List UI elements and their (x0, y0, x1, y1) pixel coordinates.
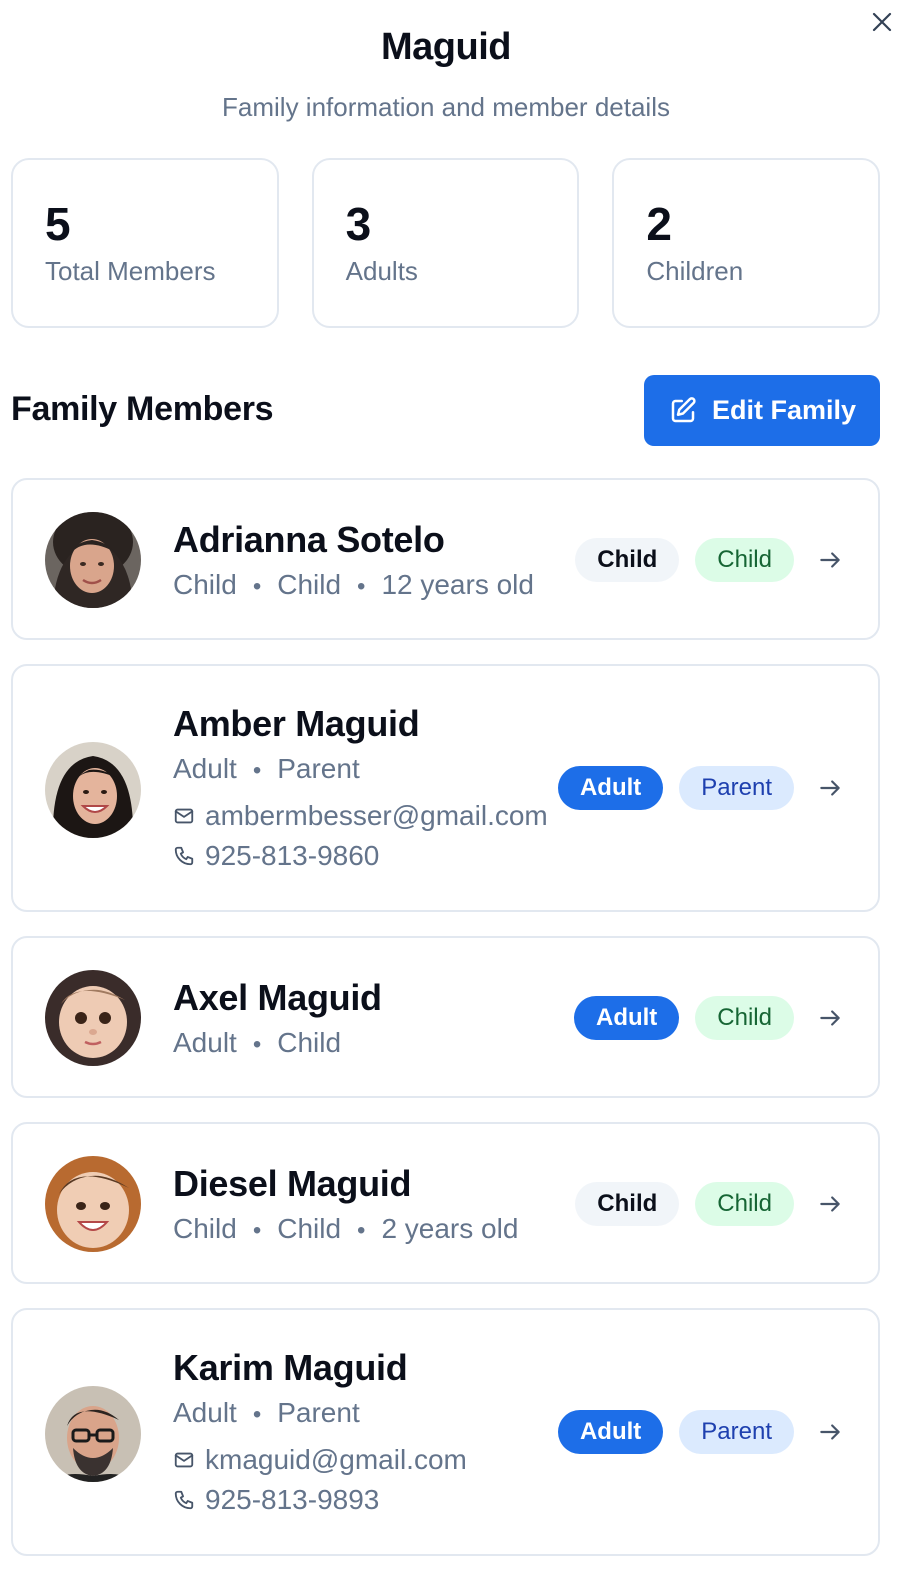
mail-icon (174, 808, 194, 824)
member-name: Diesel Maguid (173, 1163, 412, 1204)
separator-dot: • (252, 573, 262, 600)
type-badge: Adult (557, 766, 664, 810)
member-type: Child (173, 1213, 237, 1244)
role-badge: Child (695, 996, 794, 1040)
member-type: Adult (173, 1027, 237, 1058)
phone-text: 925-813-9893 (205, 1484, 380, 1515)
member-card-diesel[interactable]: Diesel Maguid Child • Child • 2 years old Ch… (11, 1122, 880, 1284)
member-info: Diesel Maguid Child • Child • 2 years old (173, 1162, 518, 1254)
member-name: Axel Maguid (173, 977, 382, 1018)
page-title: Maguid (381, 26, 511, 68)
phone-text: 925-813-9860 (205, 840, 380, 871)
separator-dot: • (357, 1217, 366, 1244)
member-email: kmaguid@gmail.com (173, 1440, 467, 1480)
member-role: Parent (277, 1397, 360, 1428)
member-role: Child (277, 1027, 342, 1058)
member-meta: Adult • Parent (173, 746, 548, 794)
badge-group: Adult Child (573, 996, 846, 1040)
section-title: Family Members (11, 390, 274, 428)
badge-group: Child Child (575, 538, 846, 582)
email-text: ambermbesser@gmail.com (205, 800, 548, 831)
stats-row: 5 Total Members 3 Adults 2 Children (11, 158, 881, 328)
page-subtitle: Family information and member details (222, 92, 670, 122)
type-badge: Adult (573, 996, 680, 1040)
email-text: kmaguid@gmail.com (205, 1444, 467, 1475)
type-badge: Adult (557, 1410, 664, 1454)
stat-label: Children (646, 256, 744, 286)
role-badge: Parent (679, 1410, 794, 1454)
member-card-adrianna[interactable]: Adrianna Sotelo Child • Child • 12 years old… (11, 478, 880, 640)
stat-card-total: 5 Total Members (11, 158, 279, 328)
avatar (45, 1386, 141, 1482)
arrow-right-icon[interactable] (814, 1002, 846, 1034)
stat-label: Total Members (45, 256, 216, 286)
member-name: Adrianna Sotelo (173, 519, 445, 560)
avatar (45, 742, 141, 838)
member-type: Adult (173, 1397, 237, 1428)
arrow-right-icon[interactable] (814, 544, 846, 576)
member-info: Karim Maguid Adult • Parent kmaguid@gmail.… (173, 1346, 467, 1520)
mail-icon (174, 1452, 194, 1468)
separator-dot: • (252, 1217, 262, 1244)
member-name: Amber Maguid (173, 703, 420, 744)
separator-dot: • (252, 757, 262, 784)
separator-dot: • (252, 1401, 262, 1428)
edit-family-button[interactable]: Edit Family (644, 375, 880, 446)
pencil-square-icon (671, 396, 696, 422)
role-badge: Child (695, 538, 794, 582)
member-role: Parent (277, 753, 360, 784)
member-info: Amber Maguid Adult • Parent ambermbesser@g… (173, 702, 548, 876)
stat-card-children: 2 Children (612, 158, 881, 328)
member-age: 12 years old (381, 569, 534, 600)
member-name: Karim Maguid (173, 1347, 408, 1388)
avatar (45, 1156, 141, 1252)
arrow-right-icon[interactable] (814, 1188, 846, 1220)
member-card-amber[interactable]: Amber Maguid Adult • Parent ambermbesser@g… (11, 664, 880, 912)
arrow-right-icon[interactable] (814, 1416, 846, 1448)
badge-group: Adult Parent (557, 1410, 846, 1454)
badge-group: Adult Parent (557, 766, 846, 810)
member-type: Child (173, 569, 237, 600)
member-info: Axel Maguid Adult • Child (173, 976, 382, 1068)
role-badge: Child (695, 1182, 794, 1226)
separator-dot: • (252, 1031, 262, 1058)
avatar (45, 970, 141, 1066)
role-badge: Parent (679, 766, 794, 810)
stat-value: 3 (345, 198, 372, 250)
edit-family-label: Edit Family (711, 395, 857, 425)
member-age: 2 years old (381, 1213, 519, 1244)
member-info: Adrianna Sotelo Child • Child • 12 years old (173, 518, 534, 610)
badge-group: Child Child (575, 1182, 846, 1226)
member-email: ambermbesser@gmail.com (173, 796, 548, 836)
separator-dot: • (357, 573, 366, 600)
member-card-axel[interactable]: Axel Maguid Adult • Child Adult Child (11, 936, 880, 1098)
member-phone: 925-813-9893 (173, 1480, 467, 1520)
member-role: Child (277, 569, 342, 600)
member-type: Adult (173, 753, 237, 784)
member-meta: Child • Child • 2 years old (173, 1206, 518, 1254)
stat-value: 5 (45, 198, 71, 250)
stat-card-adults: 3 Adults (311, 158, 580, 328)
phone-icon (174, 1490, 194, 1510)
member-card-karim[interactable]: Karim Maguid Adult • Parent kmaguid@gmail.… (11, 1308, 880, 1556)
member-phone: 925-813-9860 (173, 836, 548, 876)
stat-label: Adults (345, 256, 418, 286)
stat-value: 2 (646, 198, 672, 250)
member-role: Child (277, 1213, 342, 1244)
avatar (45, 512, 141, 608)
type-badge: Child (575, 538, 680, 582)
arrow-right-icon[interactable] (814, 772, 846, 804)
phone-icon (174, 846, 194, 866)
member-meta: Child • Child • 12 years old (173, 562, 534, 610)
type-badge: Child (575, 1182, 680, 1226)
member-meta: Adult • Child (173, 1020, 382, 1068)
member-meta: Adult • Parent (173, 1390, 467, 1438)
